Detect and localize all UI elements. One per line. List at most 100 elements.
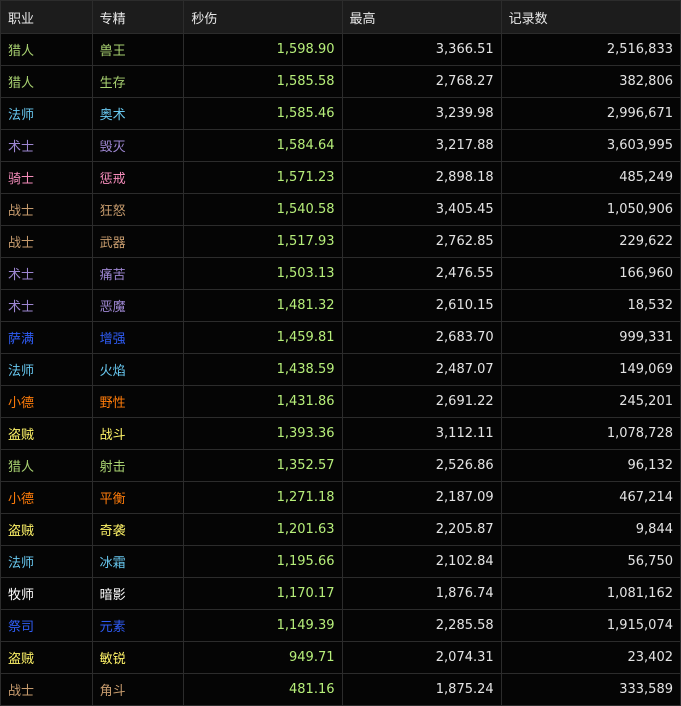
cell-count: 18,532 <box>500 289 681 322</box>
cell-class: 祭司 <box>0 609 93 642</box>
cell-max: 3,366.51 <box>341 33 502 66</box>
cell-class: 盗贼 <box>0 513 93 546</box>
cell-count: 999,331 <box>500 321 681 354</box>
cell-dps: 1,585.58 <box>183 65 343 98</box>
cell-count: 2,516,833 <box>500 33 681 66</box>
cell-count: 382,806 <box>500 65 681 98</box>
cell-spec: 射击 <box>91 449 185 482</box>
cell-spec: 毁灭 <box>91 129 185 162</box>
cell-dps: 1,571.23 <box>183 161 343 194</box>
cell-count: 56,750 <box>500 545 681 578</box>
cell-dps: 1,517.93 <box>183 225 343 258</box>
table-row: 盗贼 奇袭 1,201.63 2,205.87 9,844 <box>0 513 681 546</box>
cell-spec: 生存 <box>91 65 185 98</box>
cell-max: 2,691.22 <box>341 385 502 418</box>
header-dps[interactable]: 秒伤 <box>183 0 343 34</box>
table-row: 盗贼 敏锐 949.71 2,074.31 23,402 <box>0 641 681 674</box>
table-row: 术士 毁灭 1,584.64 3,217.88 3,603,995 <box>0 129 681 162</box>
cell-dps: 1,598.90 <box>183 33 343 66</box>
cell-dps: 1,201.63 <box>183 513 343 546</box>
cell-max: 3,405.45 <box>341 193 502 226</box>
header-class[interactable]: 职业 <box>0 0 93 34</box>
table-row: 盗贼 战斗 1,393.36 3,112.11 1,078,728 <box>0 417 681 450</box>
cell-dps: 1,352.57 <box>183 449 343 482</box>
cell-count: 333,589 <box>500 673 681 706</box>
cell-dps: 481.16 <box>183 673 343 706</box>
cell-class: 术士 <box>0 129 93 162</box>
cell-spec: 野性 <box>91 385 185 418</box>
header-max[interactable]: 最高 <box>341 0 502 34</box>
cell-spec: 冰霜 <box>91 545 185 578</box>
cell-spec: 暗影 <box>91 577 185 610</box>
cell-class: 小德 <box>0 385 93 418</box>
cell-max: 2,476.55 <box>341 257 502 290</box>
cell-spec: 武器 <box>91 225 185 258</box>
cell-count: 23,402 <box>500 641 681 674</box>
table-row: 术士 恶魔 1,481.32 2,610.15 18,532 <box>0 289 681 322</box>
cell-class: 小德 <box>0 481 93 514</box>
table-row: 法师 冰霜 1,195.66 2,102.84 56,750 <box>0 545 681 578</box>
cell-count: 229,622 <box>500 225 681 258</box>
cell-count: 166,960 <box>500 257 681 290</box>
table-row: 法师 火焰 1,438.59 2,487.07 149,069 <box>0 353 681 386</box>
cell-spec: 狂怒 <box>91 193 185 226</box>
cell-dps: 1,481.32 <box>183 289 343 322</box>
cell-max: 2,102.84 <box>341 545 502 578</box>
cell-dps: 1,585.46 <box>183 97 343 130</box>
cell-dps: 1,393.36 <box>183 417 343 450</box>
table-row: 法师 奥术 1,585.46 3,239.98 2,996,671 <box>0 97 681 130</box>
cell-class: 术士 <box>0 257 93 290</box>
cell-spec: 角斗 <box>91 673 185 706</box>
cell-dps: 1,503.13 <box>183 257 343 290</box>
cell-class: 法师 <box>0 353 93 386</box>
cell-dps: 1,438.59 <box>183 353 343 386</box>
table-row: 术士 痛苦 1,503.13 2,476.55 166,960 <box>0 257 681 290</box>
cell-class: 萨满 <box>0 321 93 354</box>
cell-spec: 惩戒 <box>91 161 185 194</box>
cell-max: 2,683.70 <box>341 321 502 354</box>
cell-count: 1,915,074 <box>500 609 681 642</box>
dps-ranking-table: 职业 专精 秒伤 最高 记录数 猎人 兽王 1,598.90 3,366.51 2,51… <box>0 0 681 706</box>
cell-count: 1,050,906 <box>500 193 681 226</box>
cell-max: 2,526.86 <box>341 449 502 482</box>
table-body: 猎人 兽王 1,598.90 3,366.51 2,516,833 猎人 生存 1,585.5… <box>0 33 681 706</box>
cell-spec: 增强 <box>91 321 185 354</box>
cell-spec: 恶魔 <box>91 289 185 322</box>
cell-spec: 兽王 <box>91 33 185 66</box>
cell-max: 3,112.11 <box>341 417 502 450</box>
cell-dps: 1,584.64 <box>183 129 343 162</box>
cell-class: 战士 <box>0 673 93 706</box>
cell-class: 术士 <box>0 289 93 322</box>
table-row: 小德 野性 1,431.86 2,691.22 245,201 <box>0 385 681 418</box>
cell-max: 2,285.58 <box>341 609 502 642</box>
cell-max: 2,762.85 <box>341 225 502 258</box>
cell-dps: 1,271.18 <box>183 481 343 514</box>
cell-dps: 1,149.39 <box>183 609 343 642</box>
table-row: 战士 武器 1,517.93 2,762.85 229,622 <box>0 225 681 258</box>
cell-class: 盗贼 <box>0 417 93 450</box>
cell-max: 2,898.18 <box>341 161 502 194</box>
header-spec[interactable]: 专精 <box>91 0 185 34</box>
cell-max: 1,875.24 <box>341 673 502 706</box>
cell-count: 3,603,995 <box>500 129 681 162</box>
cell-spec: 战斗 <box>91 417 185 450</box>
cell-dps: 949.71 <box>183 641 343 674</box>
cell-spec: 平衡 <box>91 481 185 514</box>
table-row: 战士 狂怒 1,540.58 3,405.45 1,050,906 <box>0 193 681 226</box>
cell-spec: 痛苦 <box>91 257 185 290</box>
cell-max: 2,610.15 <box>341 289 502 322</box>
table-row: 猎人 射击 1,352.57 2,526.86 96,132 <box>0 449 681 482</box>
cell-dps: 1,170.17 <box>183 577 343 610</box>
cell-max: 2,487.07 <box>341 353 502 386</box>
cell-spec: 火焰 <box>91 353 185 386</box>
cell-spec: 元素 <box>91 609 185 642</box>
cell-dps: 1,459.81 <box>183 321 343 354</box>
table-row: 祭司 元素 1,149.39 2,285.58 1,915,074 <box>0 609 681 642</box>
cell-spec: 奇袭 <box>91 513 185 546</box>
header-count[interactable]: 记录数 <box>500 0 681 34</box>
cell-class: 法师 <box>0 97 93 130</box>
cell-count: 1,078,728 <box>500 417 681 450</box>
table-row: 萨满 增强 1,459.81 2,683.70 999,331 <box>0 321 681 354</box>
cell-class: 猎人 <box>0 449 93 482</box>
cell-count: 149,069 <box>500 353 681 386</box>
